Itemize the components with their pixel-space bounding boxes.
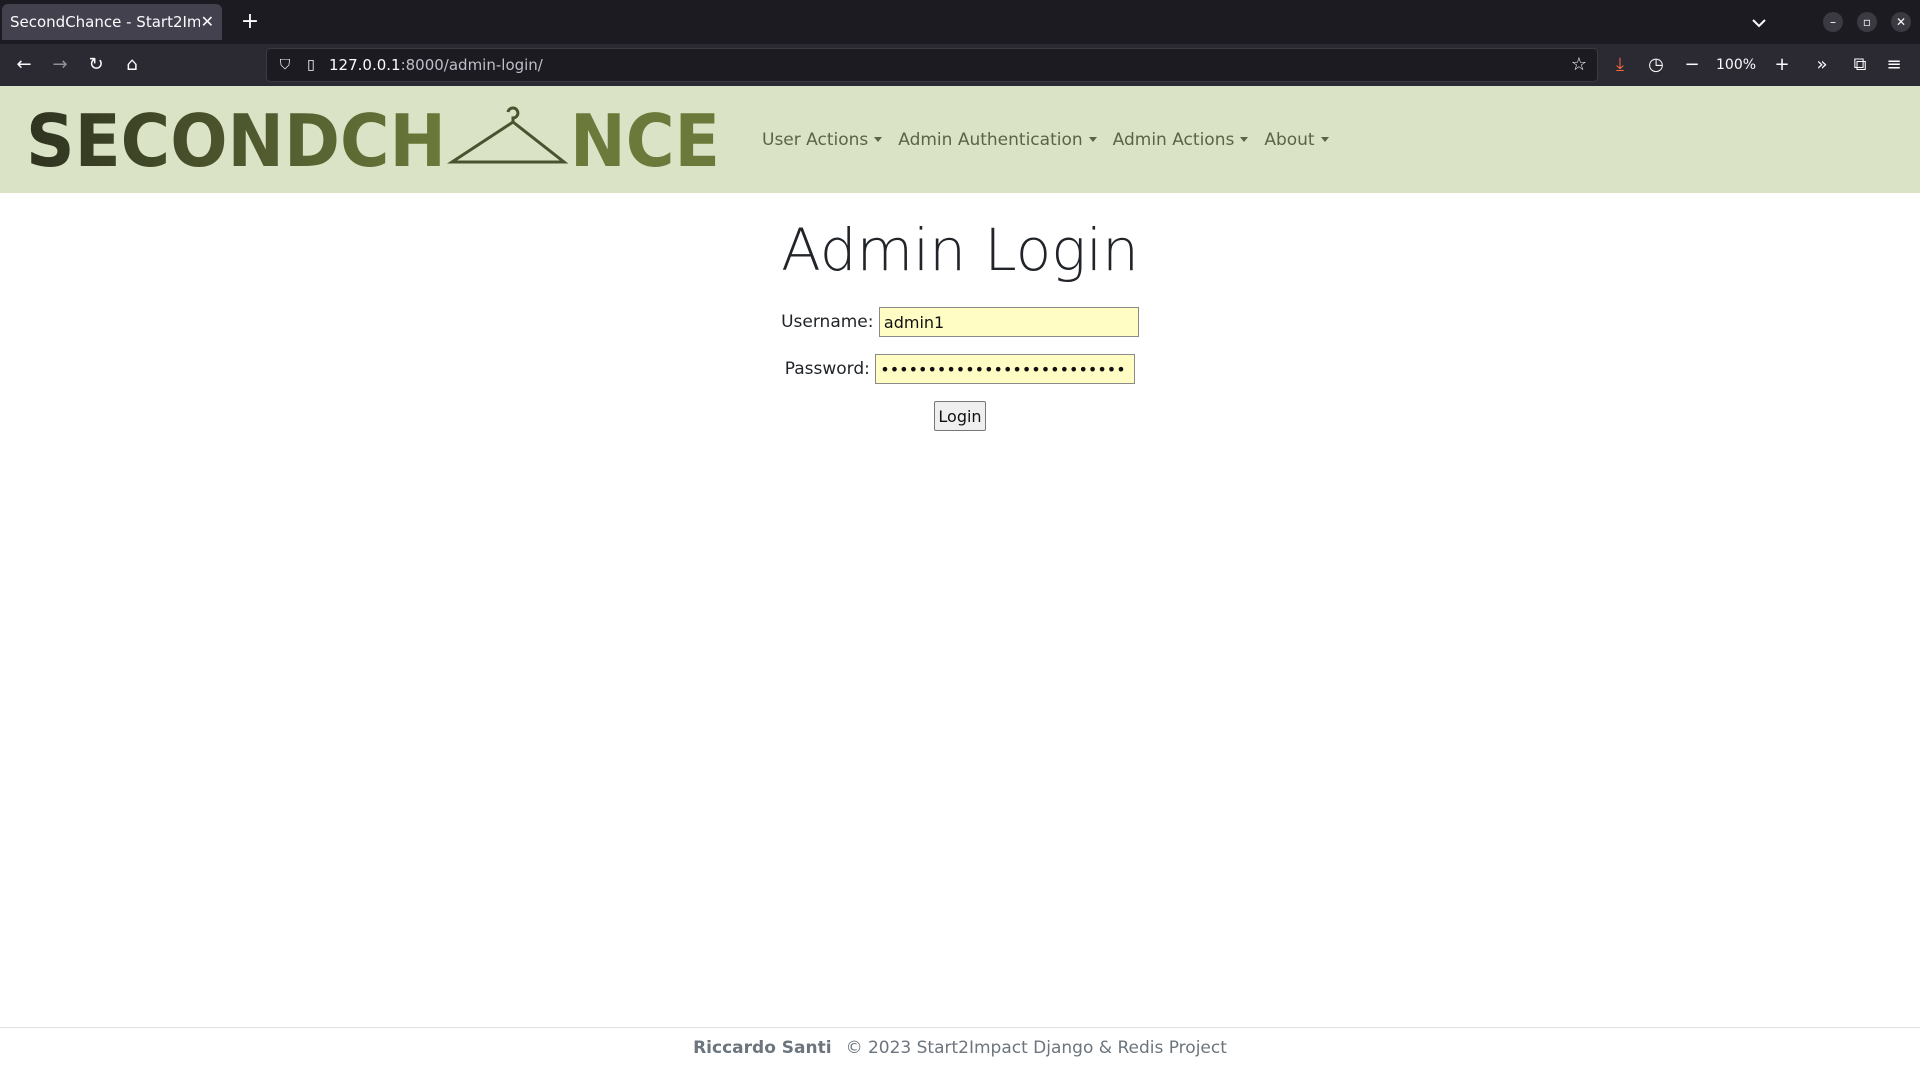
username-label: Username: (781, 312, 874, 332)
menu-label: Admin Actions (1112, 129, 1235, 150)
menu-user-actions[interactable]: User Actions (762, 129, 883, 150)
logo-text-part2: NCE (570, 100, 720, 180)
menu-label: Admin Authentication (898, 129, 1083, 150)
caret-down-icon (1320, 137, 1329, 142)
site-header: SECONDCH NCE User Actions Admin Authenti… (0, 86, 1920, 193)
page-title: Admin Login (781, 216, 1139, 284)
zoom-level[interactable]: 100% (1716, 44, 1756, 86)
menu-label: User Actions (762, 129, 869, 150)
download-icon[interactable]: ⤓ (1606, 51, 1634, 79)
url-bar[interactable]: ⛉ ▯ 127.0.0.1:8000/admin-login/ ☆ (266, 48, 1598, 82)
new-tab-button[interactable]: + (236, 8, 264, 36)
logo-text-part1: SECONDCH (26, 100, 446, 180)
url-path: :8000/admin-login/ (400, 56, 543, 74)
overflow-icon[interactable]: » (1808, 51, 1836, 79)
restore-icon[interactable]: ▫ (1857, 12, 1877, 32)
menu-icon[interactable]: ≡ (1880, 51, 1908, 79)
login-button[interactable]: Login (934, 401, 986, 431)
url-host: 127.0.0.1 (329, 56, 401, 74)
main-menu: User Actions Admin Authentication Admin … (762, 86, 1345, 193)
history-icon[interactable]: ◷ (1642, 51, 1670, 79)
password-row: Password: (0, 354, 1920, 384)
caret-down-icon (1088, 137, 1097, 142)
menu-label: About (1264, 129, 1315, 150)
zoom-in-icon[interactable]: + (1768, 51, 1796, 79)
close-tab-icon[interactable]: ✕ (201, 4, 214, 40)
footer-author: Riccardo Santi (693, 1038, 832, 1058)
hanger-icon (446, 106, 569, 164)
site-logo[interactable]: SECONDCH NCE (26, 99, 726, 183)
close-window-icon[interactable]: ✕ (1891, 12, 1911, 32)
url-text: 127.0.0.1:8000/admin-login/ (329, 49, 543, 81)
password-label: Password: (784, 359, 870, 379)
caret-down-icon (1240, 137, 1249, 142)
home-icon[interactable]: ⌂ (118, 51, 146, 79)
back-icon[interactable]: ← (10, 51, 38, 79)
username-field[interactable] (878, 307, 1139, 337)
zoom-out-icon[interactable]: − (1678, 51, 1706, 79)
extensions-icon[interactable]: ⧉ (1846, 51, 1874, 79)
footer-copyright: © 2023 Start2Impact Django & Redis Proje… (845, 1038, 1227, 1058)
browser-tab-bar: SecondChance - Start2Impact ✕ + – ▫ ✕ (0, 0, 1920, 44)
menu-admin-authentication[interactable]: Admin Authentication (898, 129, 1097, 150)
reload-icon[interactable]: ↻ (82, 51, 110, 79)
forward-icon[interactable]: → (46, 51, 74, 79)
browser-tab[interactable]: SecondChance - Start2Impact ✕ (2, 4, 222, 40)
caret-down-icon (874, 137, 883, 142)
shield-icon[interactable]: ⛉ (271, 51, 299, 79)
username-row: Username: (0, 307, 1920, 337)
page-icon[interactable]: ▯ (297, 51, 325, 79)
list-tabs-icon[interactable] (1746, 10, 1772, 36)
password-field[interactable] (875, 354, 1136, 384)
footer: Riccardo Santi © 2023 Start2Impact Django… (0, 1027, 1920, 1080)
menu-about[interactable]: About (1264, 129, 1329, 150)
tab-title: SecondChance - Start2Impact (10, 13, 200, 31)
menu-admin-actions[interactable]: Admin Actions (1113, 130, 1249, 150)
bookmark-star-icon[interactable]: ☆ (1565, 51, 1593, 79)
minimize-icon[interactable]: – (1823, 12, 1843, 32)
browser-nav-bar: ← → ↻ ⌂ ⛉ ▯ 127.0.0.1:8000/admin-login/ … (0, 44, 1920, 86)
